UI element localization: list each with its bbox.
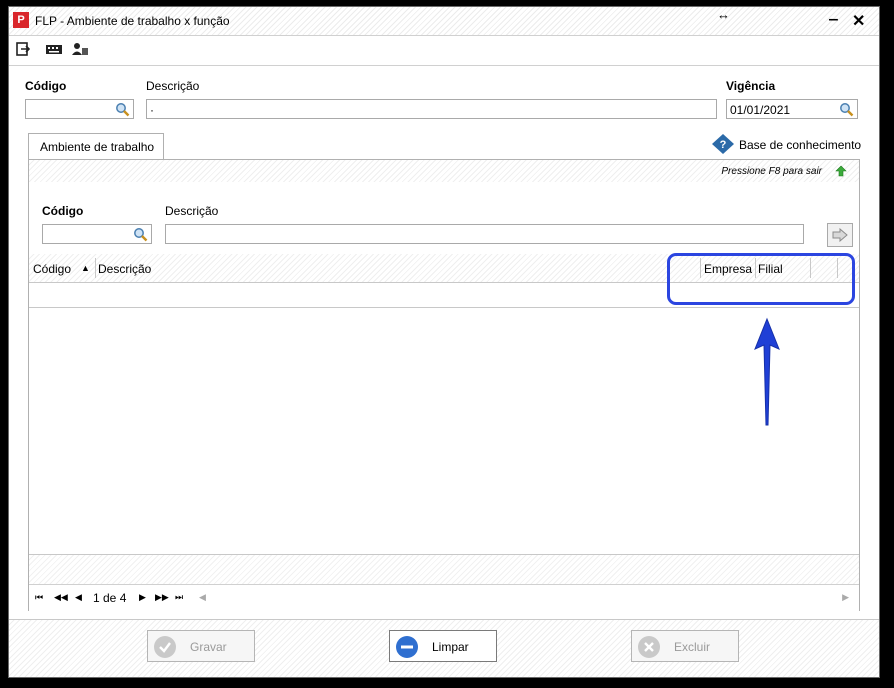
descricao-label: Descrição <box>146 79 200 93</box>
footer-bar: Gravar Limpar Excluir <box>9 619 879 677</box>
limpar-button[interactable]: Limpar <box>389 630 497 662</box>
pager: ⏮ ◀◀ ◀ 1 de 4 ▶ ▶▶ ⏭ ◀ ▶ <box>29 584 859 611</box>
next-page-icon[interactable]: ▶ <box>139 592 146 603</box>
tab-panel: Pressione F8 para sair Código Descrição … <box>28 159 860 611</box>
codigo-input[interactable] <box>25 99 134 119</box>
resize-icon[interactable]: ↔ <box>717 7 730 22</box>
minimize-button[interactable]: ‒ <box>829 11 838 29</box>
knowledge-base-label: Base de conhecimento <box>739 138 862 152</box>
excluir-label: Excluir <box>674 640 711 654</box>
go-button[interactable] <box>827 223 853 247</box>
prev-page-icon[interactable]: ◀ <box>75 592 82 603</box>
grid-footer <box>29 554 859 585</box>
panel-descricao-label: Descrição <box>165 204 219 218</box>
help-book-icon: ? <box>712 134 734 154</box>
prev-block-icon[interactable]: ◀◀ <box>54 592 68 603</box>
search-icon[interactable] <box>133 227 148 242</box>
descricao-input[interactable]: · <box>146 99 717 119</box>
panel-codigo-input[interactable] <box>42 224 152 244</box>
last-page-icon[interactable]: ⏭ <box>175 592 183 603</box>
gravar-label: Gravar <box>190 640 227 654</box>
search-icon[interactable] <box>115 102 130 117</box>
column-separator[interactable] <box>95 258 96 278</box>
close-button[interactable]: ✕ <box>852 11 865 31</box>
exit-icon[interactable] <box>16 42 30 56</box>
check-icon <box>154 636 176 658</box>
application-window: P FLP - Ambiente de trabalho x função ↔ … <box>8 6 880 678</box>
codigo-label: Código <box>25 79 67 93</box>
sort-asc-icon[interactable]: ▲ <box>81 263 90 273</box>
tab-ambiente-de-trabalho[interactable]: Ambiente de trabalho <box>28 133 164 159</box>
tab-label: Ambiente de trabalho <box>40 140 155 154</box>
vigencia-value: 01/01/2021 <box>730 103 791 117</box>
page-indicator: 1 de 4 <box>93 591 127 605</box>
descricao-value: · <box>150 103 154 117</box>
vigencia-input[interactable]: 01/01/2021 <box>726 99 858 119</box>
excluir-button[interactable]: Excluir <box>631 630 739 662</box>
panel-codigo-label: Código <box>42 204 84 218</box>
up-arrow-icon[interactable] <box>835 165 847 177</box>
vigencia-label: Vigência <box>726 79 776 93</box>
column-codigo[interactable]: Código <box>33 262 71 276</box>
column-descricao[interactable]: Descrição <box>98 262 151 276</box>
horizontal-scrollbar[interactable]: ◀ ▶ <box>199 592 849 604</box>
first-page-icon[interactable]: ⏮ <box>35 592 43 603</box>
window-title: FLP - Ambiente de trabalho x função <box>35 14 230 28</box>
user-icon[interactable] <box>71 42 89 56</box>
keyboard-icon[interactable] <box>45 42 63 56</box>
panel-descricao-input[interactable] <box>165 224 804 244</box>
limpar-label: Limpar <box>432 640 469 654</box>
toolbar <box>9 35 879 66</box>
delete-icon <box>638 636 660 658</box>
next-block-icon[interactable]: ▶▶ <box>155 592 169 603</box>
scroll-left-icon[interactable]: ◀ <box>199 592 206 603</box>
app-logo-icon: P <box>13 12 29 28</box>
title-bar: P FLP - Ambiente de trabalho x função ↔ … <box>9 7 879 35</box>
highlight-annotation <box>667 253 855 305</box>
search-icon[interactable] <box>839 102 854 117</box>
right-arrow-icon <box>832 228 848 242</box>
gravar-button[interactable]: Gravar <box>147 630 255 662</box>
exit-hint: Pressione F8 para sair <box>721 166 822 177</box>
panel-header: Pressione F8 para sair <box>29 160 859 182</box>
scroll-right-icon[interactable]: ▶ <box>842 592 849 603</box>
svg-text:?: ? <box>720 139 727 151</box>
minus-icon <box>396 636 418 658</box>
annotation-arrow-icon <box>754 317 780 426</box>
